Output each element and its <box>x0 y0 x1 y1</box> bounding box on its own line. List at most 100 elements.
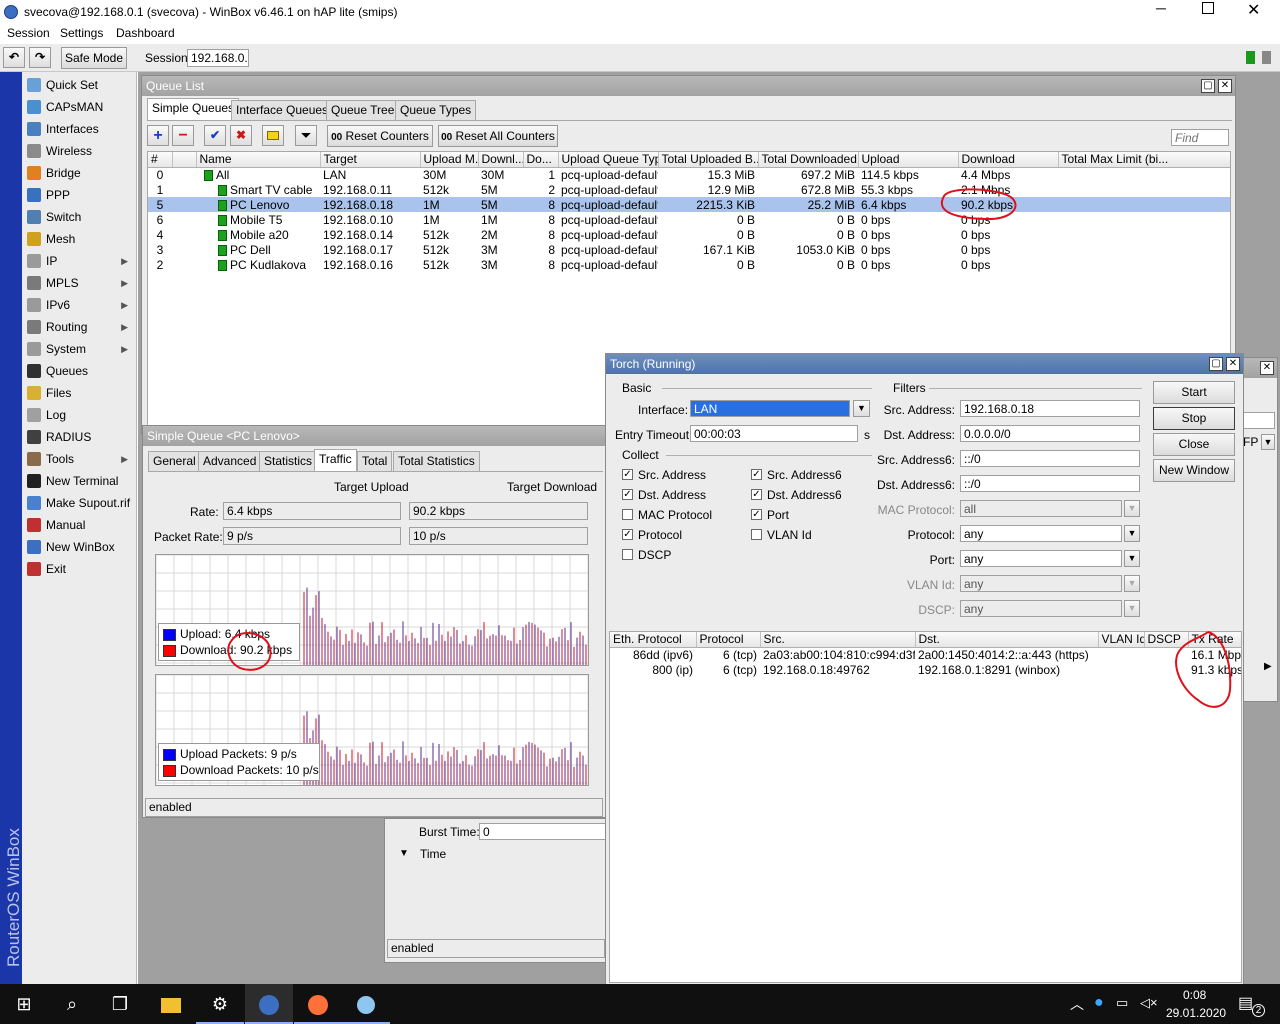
sidebar-item-ppp[interactable]: PPP <box>22 184 134 206</box>
right-partial-field[interactable] <box>1241 412 1275 429</box>
sidebar-item-new-winbox[interactable]: New WinBox <box>22 536 134 558</box>
tray-chevron-icon[interactable]: ︿ <box>1070 994 1084 1014</box>
add-icon[interactable]: + <box>147 125 169 146</box>
col-header[interactable]: Name <box>196 152 321 168</box>
dropdown-icon[interactable]: ▼ <box>1124 600 1140 617</box>
table-row[interactable]: 4 Mobile a20 192.168.0.14 512k 2M 8 pcq-upload… <box>148 227 1230 242</box>
filter-field-dst-address6[interactable]: ::/0 <box>960 475 1140 492</box>
col-header[interactable]: # <box>148 152 173 168</box>
search-icon[interactable]: ⌕ <box>48 984 96 1024</box>
window-maximize-icon[interactable]: ▢ <box>1209 357 1223 371</box>
volume-muted-icon[interactable]: ◁× <box>1140 995 1158 1011</box>
maximize-button[interactable] <box>1202 2 1214 14</box>
sidebar-item-routing[interactable]: Routing ▶ <box>22 316 134 338</box>
checkbox[interactable]: ✓ <box>751 489 762 500</box>
table-row[interactable]: 3 PC Dell 192.168.0.17 512k 3M 8 pcq-upload-de… <box>148 242 1230 257</box>
remove-icon[interactable]: − <box>172 125 194 146</box>
sidebar-item-ipv6[interactable]: IPv6 ▶ <box>22 294 134 316</box>
firefox-icon[interactable] <box>294 984 342 1024</box>
filter-field-vlan-id[interactable]: any <box>960 575 1122 592</box>
file-explorer-icon[interactable] <box>147 984 195 1024</box>
col-header[interactable]: Protocol <box>696 632 761 648</box>
table-row[interactable]: 2 PC Kudlakova 192.168.0.16 512k 3M 8 pcq-uplo… <box>148 257 1230 272</box>
sidebar-item-capsman[interactable]: CAPsMAN <box>22 96 134 118</box>
dropdown-icon[interactable]: ▼ <box>1124 575 1140 592</box>
tab-total[interactable]: Total <box>357 451 393 471</box>
filter-field-dst-address[interactable]: 0.0.0.0/0 <box>960 425 1140 442</box>
sidebar-item-files[interactable]: Files <box>22 382 134 404</box>
menu-session[interactable]: Session <box>7 26 50 40</box>
window-close-icon[interactable]: ✕ <box>1260 361 1274 375</box>
tab-total-statistics[interactable]: Total Statistics <box>393 451 480 471</box>
checkbox[interactable] <box>622 509 633 520</box>
checkbox[interactable]: ✓ <box>622 529 633 540</box>
table-row[interactable]: 6 Mobile T5 192.168.0.10 1M 1M 8 pcq-upload-de… <box>148 212 1230 227</box>
col-header[interactable]: Upload M... <box>420 152 479 168</box>
filter-field-port[interactable]: any <box>960 550 1122 567</box>
sidebar-item-wireless[interactable]: Wireless <box>22 140 134 162</box>
sidebar-item-system[interactable]: System ▶ <box>22 338 134 360</box>
sidebar-item-new-terminal[interactable]: New Terminal <box>22 470 134 492</box>
new-window-button[interactable]: New Window <box>1153 459 1235 482</box>
filter-field-src-address6[interactable]: ::/0 <box>960 450 1140 467</box>
safe-mode-button[interactable]: Safe Mode <box>61 47 127 69</box>
settings-gear-icon[interactable]: ⚙ <box>196 984 244 1024</box>
col-header[interactable]: Download <box>958 152 1059 168</box>
checkbox[interactable]: ✓ <box>622 469 633 480</box>
reset-all-counters-button[interactable]: 00 Reset All Counters <box>438 125 558 147</box>
col-header[interactable]: Eth. Protocol <box>610 632 697 648</box>
scroll-right-arrow-icon[interactable]: ▶ <box>1264 661 1272 672</box>
sidebar-item-make-supout-rif[interactable]: Make Supout.rif <box>22 492 134 514</box>
close-button[interactable]: ✕ <box>1247 0 1260 20</box>
redo-icon[interactable]: ↷ <box>29 47 51 68</box>
entry-timeout-field[interactable]: 00:00:03 <box>690 425 858 442</box>
table-row[interactable]: 0 All LAN 30M 30M 1 pcq-upload-default 15.3 MiB… <box>148 167 1230 182</box>
tab-queue-types[interactable]: Queue Types <box>395 100 477 120</box>
paint-icon[interactable] <box>342 984 390 1024</box>
checkbox[interactable] <box>622 549 633 560</box>
checkbox[interactable] <box>751 529 762 540</box>
table-row[interactable]: 86dd (ipv6) 6 (tcp) 2a03:ab00:104:810:c994… <box>610 647 1241 662</box>
col-header[interactable]: Dst. <box>915 632 1099 648</box>
table-row[interactable]: 5 PC Lenovo 192.168.0.18 1M 5M 8 pcq-upload-de… <box>148 197 1230 212</box>
sidebar-item-queues[interactable]: Queues <box>22 360 134 382</box>
sidebar-item-radius[interactable]: RADIUS <box>22 426 134 448</box>
tab-simple-queues[interactable]: Simple Queues <box>147 98 240 120</box>
session-field[interactable]: 192.168.0.1 <box>187 49 249 67</box>
comment-icon[interactable] <box>262 125 284 146</box>
collect-dst-address6[interactable]: ✓ Dst. Address6 <box>751 488 871 504</box>
close-button[interactable]: Close <box>1153 433 1235 456</box>
checkbox[interactable]: ✓ <box>751 469 762 480</box>
dropdown-icon[interactable]: ▼ <box>1124 525 1140 542</box>
sidebar-item-log[interactable]: Log <box>22 404 134 426</box>
collect-src-address[interactable]: ✓ Src. Address <box>622 468 742 484</box>
start-button[interactable]: Start <box>1153 381 1235 404</box>
col-header[interactable]: Downl... <box>478 152 524 168</box>
sidebar-item-bridge[interactable]: Bridge <box>22 162 134 184</box>
sidebar-item-exit[interactable]: Exit <box>22 558 134 580</box>
collect-dst-address[interactable]: ✓ Dst. Address <box>622 488 742 504</box>
interface-dropdown-icon[interactable]: ▼ <box>853 400 870 417</box>
reset-counters-button[interactable]: 00 Reset Counters <box>327 125 433 147</box>
checkbox[interactable]: ✓ <box>751 509 762 520</box>
sidebar-item-mesh[interactable]: Mesh <box>22 228 134 250</box>
sidebar-item-tools[interactable]: Tools ▶ <box>22 448 134 470</box>
filter-field-src-address[interactable]: 192.168.0.18 <box>960 400 1140 417</box>
windows-start-icon[interactable]: ⊞ <box>0 984 48 1024</box>
col-header[interactable]: Src. <box>760 632 916 648</box>
collect-dscp[interactable]: DSCP <box>622 548 742 564</box>
window-close-icon[interactable]: ✕ <box>1218 79 1232 93</box>
col-header[interactable]: Target <box>320 152 421 168</box>
col-header[interactable]: Tx Rate <box>1188 632 1241 648</box>
col-header[interactable]: Upload <box>858 152 959 168</box>
col-header[interactable]: DSCP <box>1144 632 1189 648</box>
collect-port[interactable]: ✓ Port <box>751 508 871 524</box>
stop-button[interactable]: Stop <box>1153 407 1235 430</box>
tab-advanced[interactable]: Advanced <box>198 451 262 471</box>
checkbox[interactable]: ✓ <box>622 489 633 500</box>
collect-src-address6[interactable]: ✓ Src. Address6 <box>751 468 871 484</box>
collect-protocol[interactable]: ✓ Protocol <box>622 528 742 544</box>
tab-interface-queues[interactable]: Interface Queues <box>231 100 334 120</box>
clock-date[interactable]: 29.01.2020 <box>1166 1006 1226 1020</box>
col-header[interactable]: Do... <box>523 152 559 168</box>
